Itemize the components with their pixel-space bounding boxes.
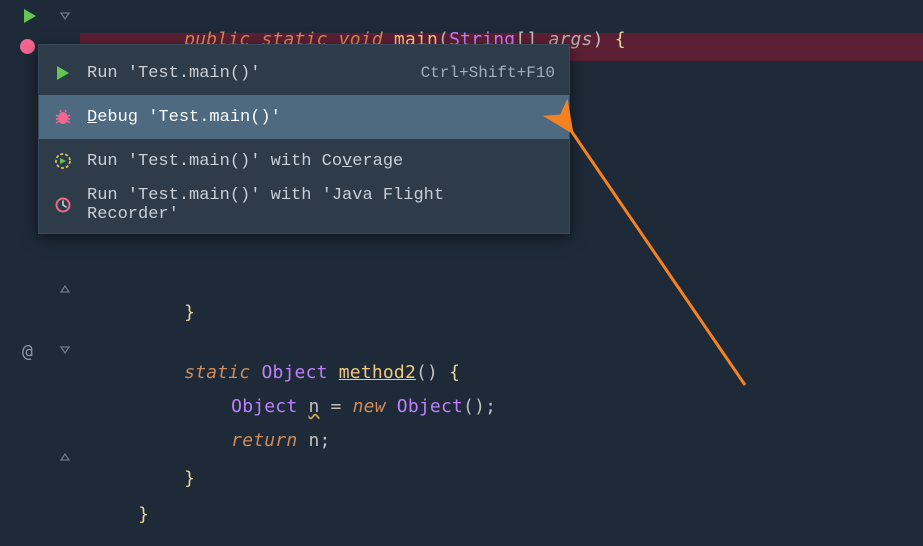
brace: { [615, 29, 626, 50]
fold-marker-icon[interactable] [58, 10, 72, 24]
fold-end-marker-icon[interactable] [58, 282, 72, 296]
punct: ; [319, 430, 330, 451]
run-gutter-icon[interactable] [22, 8, 38, 24]
menu-item-debug[interactable]: Debug 'Test.main()' [39, 95, 569, 139]
punct: (); [463, 396, 496, 417]
code-line: return n; [187, 409, 331, 472]
fold-marker-icon[interactable] [58, 344, 72, 358]
menu-item-coverage[interactable]: Run 'Test.main()' with Coverage [39, 139, 569, 183]
variable: n [308, 430, 319, 451]
punct: = [331, 396, 342, 417]
coverage-icon [53, 151, 73, 171]
run-context-menu: Run 'Test.main()' Ctrl+Shift+F10 Debug '… [38, 44, 570, 234]
jfr-icon [53, 195, 73, 215]
keyword: new [353, 396, 386, 417]
menu-label: Run 'Test.main()' with Coverage [87, 152, 541, 171]
bug-icon [53, 107, 73, 127]
override-gutter-icon[interactable]: @ [22, 341, 33, 362]
menu-label: Debug 'Test.main()' [87, 108, 541, 127]
menu-label: Run 'Test.main()' with 'Java Flight Reco… [87, 186, 541, 224]
keyword: return [231, 430, 297, 451]
brace: } [138, 504, 149, 525]
brace: } [184, 468, 195, 489]
code-line: } [94, 483, 149, 546]
menu-shortcut: Ctrl+Shift+F10 [421, 64, 555, 82]
menu-item-run[interactable]: Run 'Test.main()' Ctrl+Shift+F10 [39, 51, 569, 95]
run-icon [53, 63, 73, 83]
fold-end-marker-icon[interactable] [58, 450, 72, 464]
type: Object [397, 396, 463, 417]
punct: ) [593, 29, 604, 50]
menu-label: Run 'Test.main()' [87, 64, 407, 83]
breakpoint-gutter-icon[interactable] [19, 38, 35, 54]
brace: } [184, 302, 195, 323]
code-line: } [140, 281, 195, 344]
menu-item-jfr[interactable]: Run 'Test.main()' with 'Java Flight Reco… [39, 183, 569, 227]
